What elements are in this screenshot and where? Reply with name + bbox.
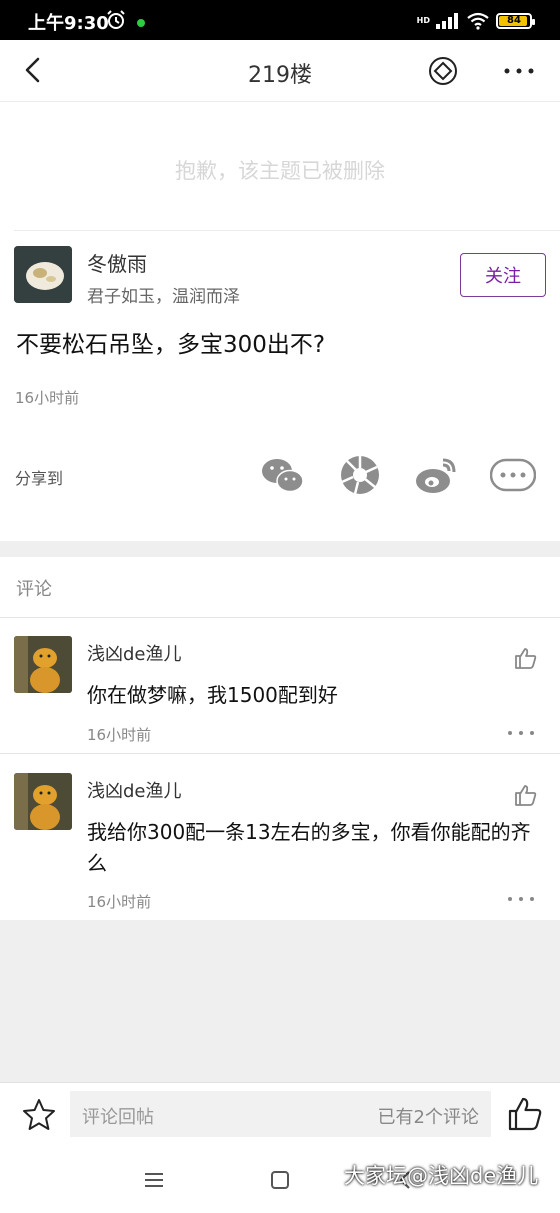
avatar-image — [14, 246, 72, 303]
more-options-icon[interactable] — [502, 56, 536, 86]
author-avatar[interactable] — [14, 246, 72, 303]
comment-time: 16小时前 — [87, 893, 152, 911]
watermark: 大家坛@浅凶de渔儿 — [344, 1164, 539, 1188]
comment-text: 我给你300配一条13左右的多宝，你看你能配的齐么 — [87, 820, 531, 875]
alarm-icon — [107, 10, 125, 29]
commenter-name[interactable]: 浅凶de渔儿 — [87, 640, 182, 666]
empty-area — [0, 920, 560, 1082]
wifi-icon — [467, 12, 489, 30]
wechat-icon[interactable] — [259, 454, 305, 496]
more-share-icon[interactable] — [490, 454, 536, 496]
commenter-name[interactable]: 浅凶de渔儿 — [87, 777, 182, 803]
section-gap — [0, 541, 560, 557]
commenter-avatar[interactable] — [14, 773, 72, 830]
commenter-avatar[interactable] — [14, 636, 72, 693]
share-label: 分享到 — [15, 469, 64, 488]
comment-more-icon[interactable] — [506, 727, 536, 739]
thumbs-up-icon[interactable] — [513, 646, 539, 670]
divider — [14, 230, 560, 231]
bottom-bar: 评论回帖 已有2个评论 — [0, 1082, 560, 1148]
signal-icon — [436, 13, 458, 29]
comment-input-placeholder: 评论回帖 — [82, 1107, 154, 1128]
battery-level: 84 — [507, 15, 521, 26]
battery-icon: 84 — [496, 13, 535, 29]
page-title: 219楼 — [248, 63, 312, 88]
comments-heading: 评论 — [16, 579, 52, 600]
divider — [0, 753, 560, 754]
follow-button[interactable]: 关注 — [460, 253, 546, 297]
author-signature: 君子如玉，温润而泽 — [87, 287, 240, 307]
system-nav-bar: 大家坛@浅凶de渔儿 — [0, 1148, 560, 1213]
deleted-notice: 抱歉，该主题已被删除 — [175, 159, 385, 183]
post-text: 不要松石吊坠，多宝300出不? — [16, 332, 326, 358]
coin-icon[interactable] — [428, 56, 458, 86]
top-app-bar: 219楼 — [0, 40, 560, 102]
thumbs-up-icon[interactable] — [513, 783, 539, 807]
avatar-image — [14, 636, 72, 693]
comment-more-icon[interactable] — [506, 893, 536, 905]
menu-icon[interactable] — [145, 1172, 163, 1188]
comment-time: 16小时前 — [87, 726, 152, 744]
notification-dot-icon — [137, 19, 145, 27]
divider — [0, 617, 560, 618]
status-bar: 上午9:30 HD 84 — [0, 0, 560, 40]
home-icon[interactable] — [271, 1171, 289, 1189]
status-time: 上午9:30 — [28, 13, 109, 34]
weibo-icon[interactable] — [413, 454, 459, 496]
network-type: HD — [416, 16, 430, 25]
comment-text: 你在做梦嘛，我1500配到好 — [87, 683, 338, 707]
post-time: 16小时前 — [15, 389, 80, 407]
comment-count: 已有2个评论 — [377, 1107, 479, 1128]
star-icon[interactable] — [21, 1097, 57, 1133]
moments-icon[interactable] — [337, 454, 383, 496]
comment-input[interactable]: 评论回帖 已有2个评论 — [70, 1091, 491, 1137]
like-icon[interactable] — [506, 1095, 544, 1133]
avatar-image — [14, 773, 72, 830]
author-name[interactable]: 冬傲雨 — [87, 248, 147, 277]
